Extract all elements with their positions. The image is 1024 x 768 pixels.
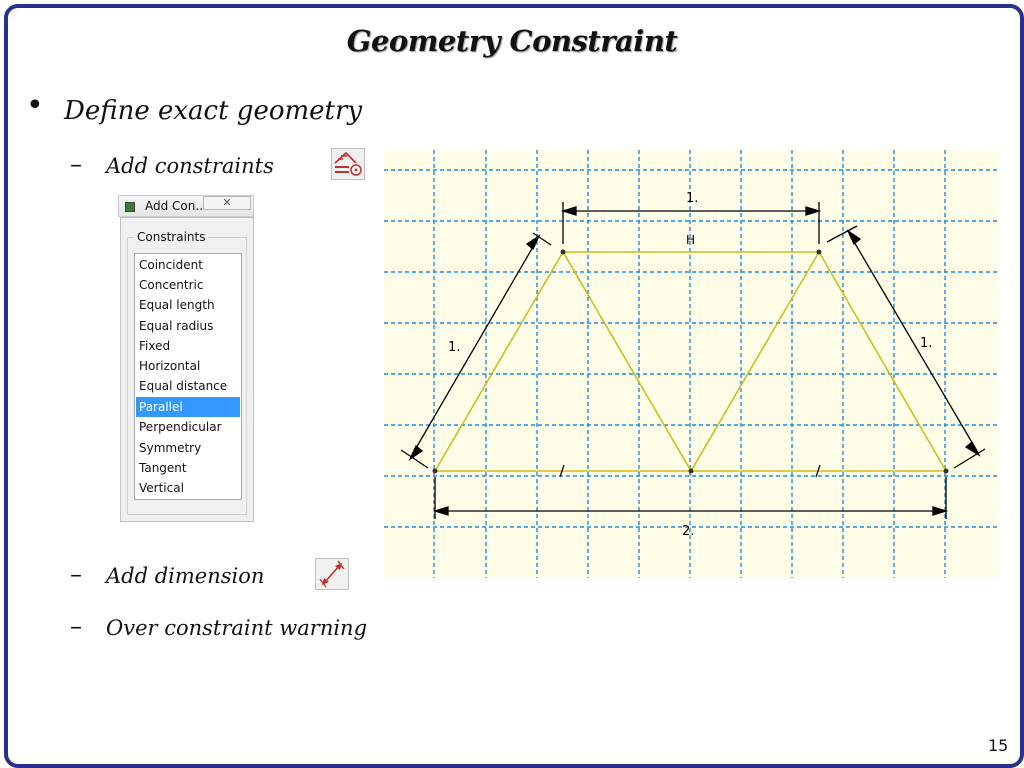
list-item-tangent[interactable]: Tangent: [136, 458, 240, 478]
page-number: 15: [988, 736, 1009, 755]
constraints-listbox[interactable]: Coincident Concentric Equal length Equal…: [134, 253, 242, 500]
list-item-fixed[interactable]: Fixed: [136, 336, 240, 356]
list-item-parallel[interactable]: Parallel: [136, 397, 240, 417]
dimension-left-label[interactable]: 1.: [448, 340, 460, 355]
bullet-define-geometry: Define exact geometry: [64, 96, 363, 126]
dialog-app-icon: [125, 202, 135, 212]
slide-title: Geometry Constraint: [346, 24, 678, 58]
sketch-canvas[interactable]: 1. H 1. 1. 2.: [384, 150, 998, 578]
dash-marker: –: [70, 612, 82, 640]
list-item-equal-distance[interactable]: Equal distance: [136, 376, 240, 396]
dimension-bottom-label[interactable]: 2.: [682, 524, 694, 539]
grid-lines: [384, 150, 998, 578]
dimension-right-label[interactable]: 1.: [920, 336, 932, 351]
dash-marker: –: [70, 150, 82, 178]
constraints-group-label: Constraints: [134, 230, 209, 244]
subitem-add-constraints: Add constraints: [106, 154, 274, 178]
subitem-add-dimension: Add dimension: [106, 564, 265, 588]
list-item-coincident[interactable]: Coincident: [136, 255, 240, 275]
list-item-horizontal[interactable]: Horizontal: [136, 356, 240, 376]
add-dimension-icon[interactable]: [315, 558, 349, 590]
list-item-vertical[interactable]: Vertical: [136, 478, 240, 498]
list-item-symmetry[interactable]: Symmetry: [136, 438, 240, 458]
bullet-marker: •: [26, 88, 44, 123]
sketch-svg: 1. H 1. 1. 2.: [384, 150, 998, 578]
list-item-equal-length[interactable]: Equal length: [136, 295, 240, 315]
close-icon[interactable]: ✕: [203, 196, 251, 210]
list-item-concentric[interactable]: Concentric: [136, 275, 240, 295]
dialog-title: Add Con...: [145, 199, 207, 213]
subitem-over-constraint-warning: Over constraint warning: [106, 616, 368, 640]
dash-marker: –: [70, 560, 82, 588]
add-constraint-icon[interactable]: [331, 148, 365, 180]
list-item-perpendicular[interactable]: Perpendicular: [136, 417, 240, 437]
horizontal-constraint-marker: H: [686, 233, 695, 247]
dimension-top-label[interactable]: 1.: [686, 191, 698, 206]
dialog-title-bar[interactable]: Add Con... ✕: [118, 195, 254, 217]
list-item-equal-radius[interactable]: Equal radius: [136, 316, 240, 336]
